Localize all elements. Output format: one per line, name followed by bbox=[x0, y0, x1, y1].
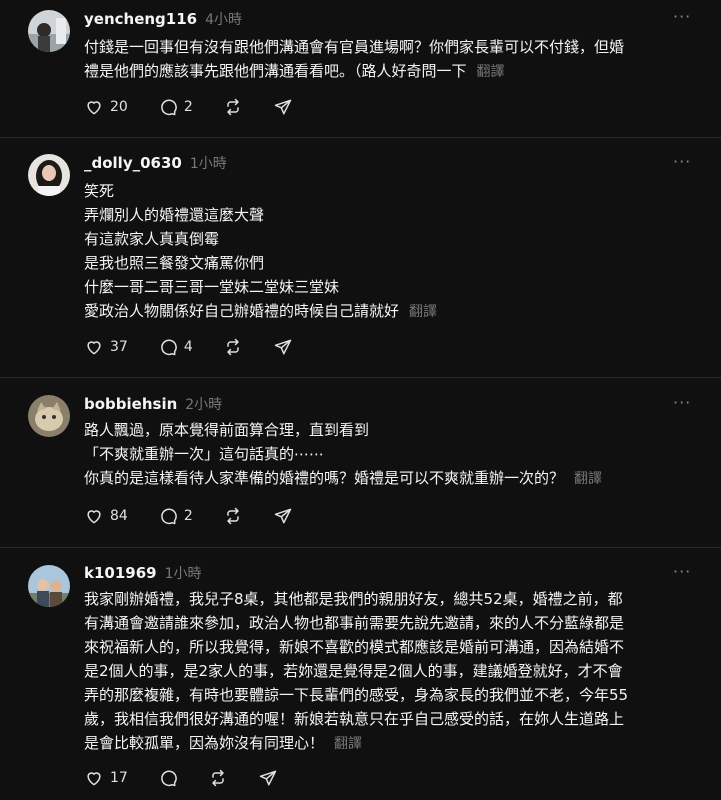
translate-link[interactable]: 翻譯 bbox=[477, 64, 505, 80]
comment-icon bbox=[161, 770, 177, 787]
post-text-line: 路人飄過，原本覺得前面算合理，直到看到 bbox=[84, 421, 370, 439]
send-icon bbox=[274, 508, 291, 524]
post: k101969 1小時 ··· 我家剛辦婚禮，我兒子8桌，其他都是我們的親朋好友… bbox=[0, 547, 721, 800]
timestamp: 4小時 bbox=[205, 12, 243, 28]
heart-icon bbox=[87, 341, 101, 355]
comment-icon bbox=[161, 99, 177, 116]
heart-icon bbox=[87, 510, 101, 524]
like-button[interactable]: 37 bbox=[84, 337, 128, 357]
repost-button[interactable] bbox=[223, 97, 243, 117]
post-body: 付錢是一回事但有沒有跟他們溝通會有官員進場啊？你們家長輩可以不付錢，但婚 禮是他… bbox=[84, 35, 704, 84]
like-count: 20 bbox=[110, 99, 128, 115]
share-button[interactable] bbox=[273, 337, 293, 357]
username[interactable]: yencheng116 bbox=[84, 10, 197, 28]
more-options-icon[interactable]: ··· bbox=[673, 395, 691, 416]
post-text-line: 歲，我相信我們很好溝通的喔！新娘若執意只在乎自己感受的話，在妳人生道路上 bbox=[84, 710, 625, 728]
post-text-line: 禮是他們的應該事先跟他們溝通看看吧。（路人好奇問一下 bbox=[84, 62, 467, 80]
username[interactable]: k101969 bbox=[84, 564, 157, 582]
send-icon bbox=[274, 99, 291, 115]
avatar[interactable] bbox=[28, 154, 70, 196]
username[interactable]: _dolly_0630 bbox=[84, 154, 182, 172]
post-text-line: 是2個人的事，是2家人的事，若妳還是覺得是2個人的事，建議婚登就好，才不會 bbox=[84, 662, 623, 680]
post-text-line: 我家剛辦婚禮，我兒子8桌，其他都是我們的親朋好友，總共52桌，婚禮之前，都 bbox=[84, 590, 623, 608]
send-icon bbox=[259, 770, 277, 786]
post-text-line: 有這款家人真真倒霉 bbox=[84, 230, 220, 248]
avatar[interactable] bbox=[28, 395, 70, 437]
like-button[interactable]: 84 bbox=[84, 506, 128, 526]
repost-icon bbox=[212, 769, 224, 787]
post-text-line: 愛政治人物關係好自己辦婚禮的時候自己請就好 bbox=[84, 302, 400, 320]
translate-link[interactable]: 翻譯 bbox=[574, 471, 602, 487]
repost-button[interactable] bbox=[223, 506, 243, 526]
post-text-line: 你真的是這樣看待人家準備的婚禮的嗎？婚禮是可以不爽就重辦一次的？ bbox=[84, 469, 565, 487]
more-options-icon[interactable]: ··· bbox=[673, 9, 691, 30]
like-button[interactable]: 17 bbox=[84, 768, 128, 788]
reply-button[interactable] bbox=[158, 768, 178, 788]
repost-icon bbox=[227, 338, 239, 356]
like-count: 17 bbox=[110, 770, 128, 786]
like-count: 37 bbox=[110, 339, 128, 355]
reply-button[interactable]: 4 bbox=[158, 337, 193, 357]
post-body: 笑死 弄爛別人的婚禮還這麼大聲 有這款家人真真倒霉 是我也照三餐發文痛罵你們 什… bbox=[84, 179, 704, 324]
post-text-line: 是我也照三餐發文痛罵你們 bbox=[84, 254, 265, 272]
share-button[interactable] bbox=[258, 768, 278, 788]
repost-icon bbox=[227, 98, 239, 116]
post: bobbiehsin 2小時 ··· 路人飄過，原本覺得前面算合理，直到看到 「… bbox=[0, 377, 721, 548]
heart-icon bbox=[87, 772, 101, 786]
avatar[interactable] bbox=[28, 565, 70, 607]
translate-link[interactable]: 翻譯 bbox=[334, 736, 362, 752]
comment-icon bbox=[161, 508, 177, 525]
post-text-line: 弄的那麼複雜，有時也要體諒一下長輩們的感受，身為家長的我們並不老，今年55 bbox=[84, 686, 629, 704]
post: _dolly_0630 1小時 ··· 笑死 弄爛別人的婚禮還這麼大聲 有這款家… bbox=[0, 137, 721, 378]
more-options-icon[interactable]: ··· bbox=[673, 154, 691, 175]
reply-button[interactable]: 2 bbox=[158, 97, 193, 117]
reply-count: 2 bbox=[183, 508, 193, 524]
more-options-icon[interactable]: ··· bbox=[673, 564, 691, 585]
timestamp: 1小時 bbox=[164, 566, 202, 582]
translate-link[interactable]: 翻譯 bbox=[409, 304, 437, 320]
repost-button[interactable] bbox=[208, 768, 228, 788]
post: yencheng116 4小時 ··· 付錢是一回事但有沒有跟他們溝通會有官員進… bbox=[0, 0, 721, 138]
timestamp: 2小時 bbox=[185, 397, 223, 413]
post-text-line: 有溝通會邀請誰來參加，政治人物也都事前需要先說先邀請，來的人不分藍綠都是 bbox=[84, 614, 625, 632]
comment-icon bbox=[161, 339, 177, 356]
avatar[interactable] bbox=[28, 10, 70, 52]
like-count: 84 bbox=[110, 508, 128, 524]
reply-button[interactable]: 2 bbox=[158, 506, 193, 526]
post-text-line: 什麼一哥二哥三哥一堂妹二堂妹三堂妹 bbox=[84, 278, 340, 296]
post-text-line: 付錢是一回事但有沒有跟他們溝通會有官員進場啊？你們家長輩可以不付錢，但婚 bbox=[84, 38, 625, 56]
username[interactable]: bobbiehsin bbox=[84, 395, 177, 413]
timestamp: 1小時 bbox=[189, 156, 227, 172]
send-icon bbox=[274, 339, 291, 355]
post-text-line: 弄爛別人的婚禮還這麼大聲 bbox=[84, 206, 265, 224]
share-button[interactable] bbox=[273, 97, 293, 117]
post-text-line: 笑死 bbox=[84, 182, 115, 200]
post-text-line: 是會比較孤單，因為妳沒有同理心！ bbox=[84, 734, 325, 752]
reply-count: 4 bbox=[183, 339, 193, 355]
post-text-line: 來祝福新人的，所以我覺得，新娘不喜歡的模式都應該是婚前可溝通，因為結婚不 bbox=[84, 638, 625, 656]
heart-icon bbox=[87, 101, 101, 115]
post-text-line: 「不爽就重辦一次」這句話真的⋯⋯ bbox=[84, 445, 325, 463]
like-button[interactable]: 20 bbox=[84, 97, 128, 117]
post-body: 我家剛辦婚禮，我兒子8桌，其他都是我們的親朋好友，總共52桌，婚禮之前，都 有溝… bbox=[84, 587, 704, 756]
reply-count: 2 bbox=[183, 99, 193, 115]
repost-button[interactable] bbox=[223, 337, 243, 357]
share-button[interactable] bbox=[273, 506, 293, 526]
repost-icon bbox=[227, 507, 239, 525]
post-body: 路人飄過，原本覺得前面算合理，直到看到 「不爽就重辦一次」這句話真的⋯⋯ 你真的… bbox=[84, 418, 704, 491]
